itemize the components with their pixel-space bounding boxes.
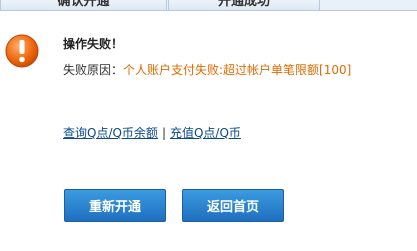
reopen-button[interactable]: 重新开通 — [64, 189, 166, 222]
tab-success[interactable]: 开通成功 — [168, 0, 320, 11]
failure-reason: 失败原因：个人账户支付失败:超过帐户单笔限额[100] — [63, 61, 351, 78]
alert-icon — [5, 34, 39, 68]
failure-reason-text: 个人账户支付失败:超过帐户单笔限额[100] — [123, 63, 352, 77]
action-links: 查询Q点/Q币余额 | 充值Q点/Q币 — [63, 124, 241, 141]
tab-bar: 确认开通 开通成功 — [0, 0, 417, 11]
failure-reason-label: 失败原因： — [63, 63, 124, 77]
tab-confirm[interactable]: 确认开通 — [0, 0, 167, 11]
home-button[interactable]: 返回首页 — [182, 189, 284, 222]
tab-success-label: 开通成功 — [217, 0, 270, 9]
error-title: 操作失败！ — [63, 37, 124, 51]
link-separator: | — [161, 126, 166, 140]
query-balance-link[interactable]: 查询Q点/Q币余额 — [63, 126, 158, 140]
tab-confirm-label: 确认开通 — [57, 0, 110, 9]
recharge-link[interactable]: 充值Q点/Q币 — [170, 126, 241, 140]
